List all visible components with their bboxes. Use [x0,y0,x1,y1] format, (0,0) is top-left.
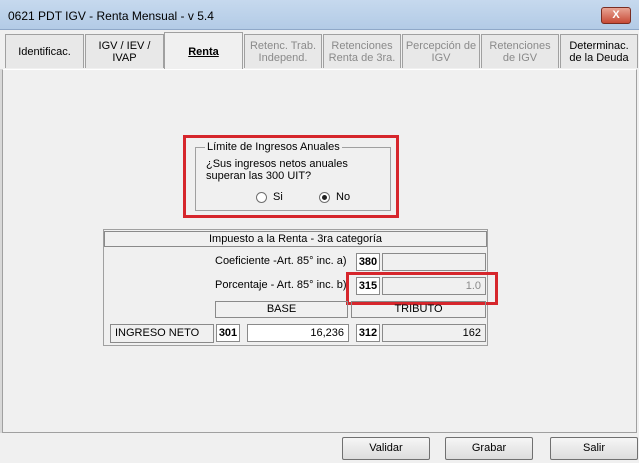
tab-retenciones-renta-3ra[interactable]: Retenciones Renta de 3ra. [323,34,401,68]
title-bar: 0621 PDT IGV - Renta Mensual - v 5.4 X [0,0,639,30]
impuesto-renta-header: Impuesto a la Renta - 3ra categoría [104,231,487,247]
tab-igv-iev-ivap[interactable]: IGV / IEV / IVAP [85,34,164,68]
coeficiente-field[interactable] [382,253,486,271]
base-field[interactable]: 16,236 [247,324,349,342]
coeficiente-label: Coeficiente -Art. 85° inc. a) [215,255,347,267]
validar-button[interactable]: Validar [342,437,430,460]
grabar-button[interactable]: Grabar [445,437,533,460]
salir-button[interactable]: Salir [550,437,638,460]
tab-identificacion[interactable]: Identificac. [5,34,84,68]
ingreso-neto-label: INGRESO NETO [110,324,214,343]
tributo-code: 312 [356,324,380,342]
tributo-field[interactable]: 162 [382,324,486,342]
coeficiente-code: 380 [356,253,380,271]
porcentaje-label: Porcentaje - Art. 85° inc. b) [215,279,347,291]
column-tributo-header: TRIBUTO [351,301,486,318]
tab-retenciones-igv[interactable]: Retenciones de IGV [481,34,559,68]
close-button[interactable]: X [601,7,631,24]
window-title: 0621 PDT IGV - Renta Mensual - v 5.4 [8,9,214,23]
tab-strip: Identificac. IGV / IEV / IVAP Renta Rete… [0,30,639,71]
column-base-header: BASE [215,301,348,318]
tab-percepcion-igv[interactable]: Percepción de IGV [402,34,480,68]
bottom-button-bar [0,433,639,463]
tab-determinacion-deuda[interactable]: Determinac. de la Deuda [560,34,638,68]
base-code: 301 [216,324,240,342]
highlight-limite-box [183,135,399,218]
tab-retenc-trab-independ[interactable]: Retenc. Trab. Independ. [244,34,322,68]
tab-renta[interactable]: Renta [164,32,243,71]
